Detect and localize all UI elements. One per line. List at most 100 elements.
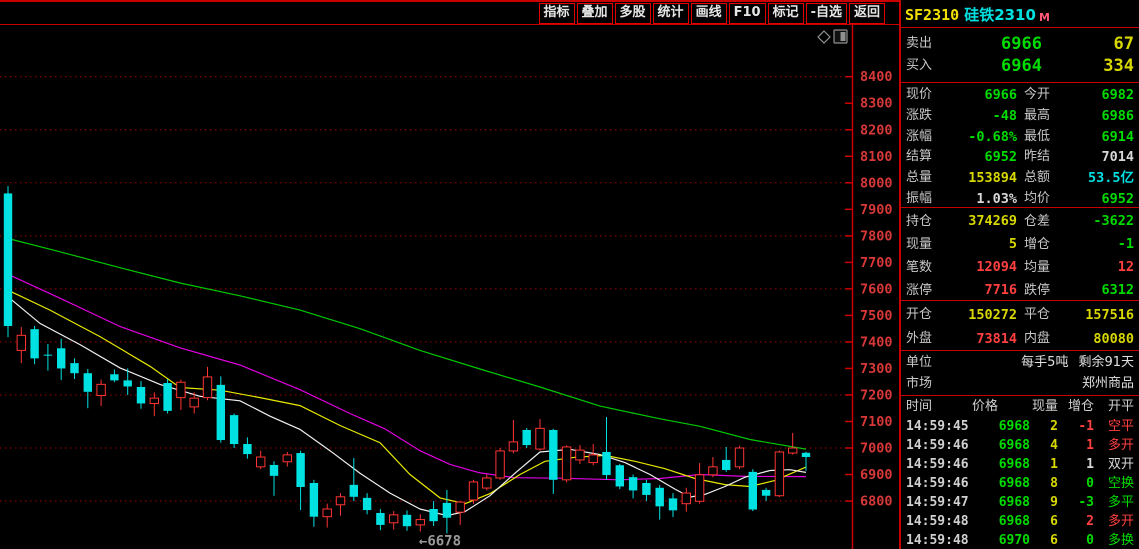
- quote-row-持仓: 持仓374269仓差-3622: [901, 210, 1139, 233]
- label-均量: 均量: [1017, 256, 1067, 279]
- menu-button-返回[interactable]: 返回: [849, 3, 885, 24]
- tape-row: 14:59:46696811双开: [901, 455, 1139, 474]
- candle-body-up: [509, 442, 517, 451]
- tape-col-header-开平: 开平: [1094, 396, 1134, 417]
- quote-panel: SF2310 硅铁2310 M 卖出 6966 67 买入 6964 334 现…: [899, 0, 1139, 549]
- tape-row: 14:59:48696862多开: [901, 512, 1139, 531]
- bid-ask-section: 卖出 6966 67 买入 6964 334: [901, 28, 1139, 83]
- tape-col-header-增仓: 增仓: [1058, 396, 1094, 417]
- candle-body-down: [124, 380, 132, 386]
- axis-label-8000: 8000: [860, 175, 893, 191]
- value-结算: 6952: [950, 147, 1017, 168]
- label-最低: 最低: [1017, 127, 1067, 148]
- candle-body-up: [177, 382, 185, 397]
- menu-button-统计[interactable]: 统计: [653, 3, 689, 24]
- value-均量: 12: [1067, 256, 1134, 279]
- value-增仓: -1: [1067, 233, 1134, 256]
- tape-col-header-现量: 现量: [1030, 396, 1058, 417]
- value-涨停: 7716: [950, 279, 1017, 302]
- quote-row-外盘: 外盘73814内盘80080: [901, 327, 1139, 351]
- menu-button-F10[interactable]: F10: [729, 3, 766, 24]
- candle-body-up: [695, 475, 703, 502]
- value-最高: 6986: [1067, 106, 1134, 127]
- candle-body-down: [656, 488, 664, 507]
- tape-price: 6968: [963, 512, 1030, 531]
- candle-body-down: [4, 193, 12, 326]
- tape-row: 14:59:46696841多开: [901, 436, 1139, 455]
- candle-body-up: [257, 457, 265, 467]
- label-涨幅: 涨幅: [906, 127, 950, 148]
- axis-label-6800: 6800: [860, 494, 893, 510]
- ask-price: 6966: [950, 33, 1042, 55]
- candle-body-down: [602, 452, 610, 475]
- split-window-icon-fill: [841, 32, 846, 41]
- candle-body-down: [629, 477, 637, 490]
- bid-volume: 334: [1042, 55, 1134, 77]
- price-chart[interactable]: 8400830082008100800079007800770076007500…: [0, 25, 899, 549]
- axis-label-7900: 7900: [860, 202, 893, 218]
- candle-body-up: [483, 478, 491, 488]
- candle-body-down: [403, 515, 411, 526]
- tape-price: 6968: [963, 455, 1030, 474]
- tape-time: 14:59:46: [906, 474, 963, 493]
- label-振幅: 振幅: [906, 189, 950, 210]
- contract-info-section: 单位 每手5吨 剩余91天 市场 郑州商品: [901, 351, 1139, 396]
- value-开仓: 150272: [950, 303, 1017, 327]
- market-label: 市场: [906, 373, 932, 394]
- menu-button-画线[interactable]: 画线: [691, 3, 727, 24]
- tape-time: 14:59:46: [906, 436, 963, 455]
- candle-body-down: [749, 472, 757, 510]
- tape-row: 14:59:4569682-1空平: [901, 417, 1139, 436]
- menu-button-指标[interactable]: 指标: [539, 3, 575, 24]
- days-remaining: 剩余91天: [1078, 352, 1134, 373]
- ask-label: 卖出: [906, 33, 950, 55]
- label-平仓: 平仓: [1017, 303, 1067, 327]
- tape-open-close-flag: 空平: [1094, 417, 1134, 436]
- candle-body-down: [137, 387, 145, 403]
- quote-stats: 现价6966今开6982涨跌-48最高6986涨幅-0.68%最低6914结算6…: [901, 83, 1139, 351]
- candlestick-chart-area[interactable]: 8400830082008100800079007800770076007500…: [0, 25, 899, 549]
- instrument-flag: M: [1039, 11, 1050, 24]
- candle-body-up: [150, 398, 158, 403]
- axis-label-7300: 7300: [860, 361, 893, 377]
- axis-label-8400: 8400: [860, 69, 893, 85]
- quote-row-涨停: 涨停7716跌停6312: [901, 279, 1139, 302]
- quote-row-笔数: 笔数12094均量12: [901, 256, 1139, 279]
- tape-volume: 2: [1030, 417, 1058, 436]
- tape-volume: 4: [1030, 436, 1058, 455]
- candle-body-down: [163, 383, 171, 411]
- axis-label-7600: 7600: [860, 281, 893, 297]
- tape-open-close-flag: 多换: [1094, 531, 1134, 549]
- candle-body-down: [523, 430, 531, 445]
- value-仓差: -3622: [1067, 210, 1134, 233]
- candle-body-up: [283, 455, 291, 462]
- axis-label-8100: 8100: [860, 149, 893, 165]
- quote-row-振幅: 振幅1.03%均价6952: [901, 189, 1139, 210]
- candle-body-down: [44, 355, 52, 356]
- label-跌停: 跌停: [1017, 279, 1067, 302]
- candle-body-up: [735, 448, 743, 467]
- tape-price: 6968: [963, 474, 1030, 493]
- label-总额: 总额: [1017, 168, 1067, 189]
- label-持仓: 持仓: [906, 210, 950, 233]
- menu-button-标记[interactable]: 标记: [768, 3, 804, 24]
- axis-label-7000: 7000: [860, 441, 893, 457]
- quote-row-涨幅: 涨幅-0.68%最低6914: [901, 127, 1139, 148]
- tape-volume: 1: [1030, 455, 1058, 474]
- menu-button-多股[interactable]: 多股: [615, 3, 651, 24]
- value-今开: 6982: [1067, 85, 1134, 106]
- tape-rows[interactable]: 14:59:4569682-1空平14:59:46696841多开14:59:4…: [901, 417, 1139, 549]
- diamond-icon[interactable]: [818, 31, 830, 43]
- candle-body-down: [363, 498, 371, 510]
- menu-button--自选[interactable]: -自选: [806, 3, 847, 24]
- candle-body-down: [296, 453, 304, 487]
- candle-body-down: [443, 503, 451, 518]
- candle-body-down: [549, 430, 557, 480]
- ask-volume: 67: [1042, 33, 1134, 55]
- value-外盘: 73814: [950, 327, 1017, 351]
- tape-row: 14:59:4769689-3多平: [901, 493, 1139, 512]
- tape-position-change: -1: [1058, 417, 1094, 436]
- spacer: [932, 352, 1021, 373]
- menu-button-叠加[interactable]: 叠加: [577, 3, 613, 24]
- tape-col-header-价格: 价格: [963, 396, 1030, 417]
